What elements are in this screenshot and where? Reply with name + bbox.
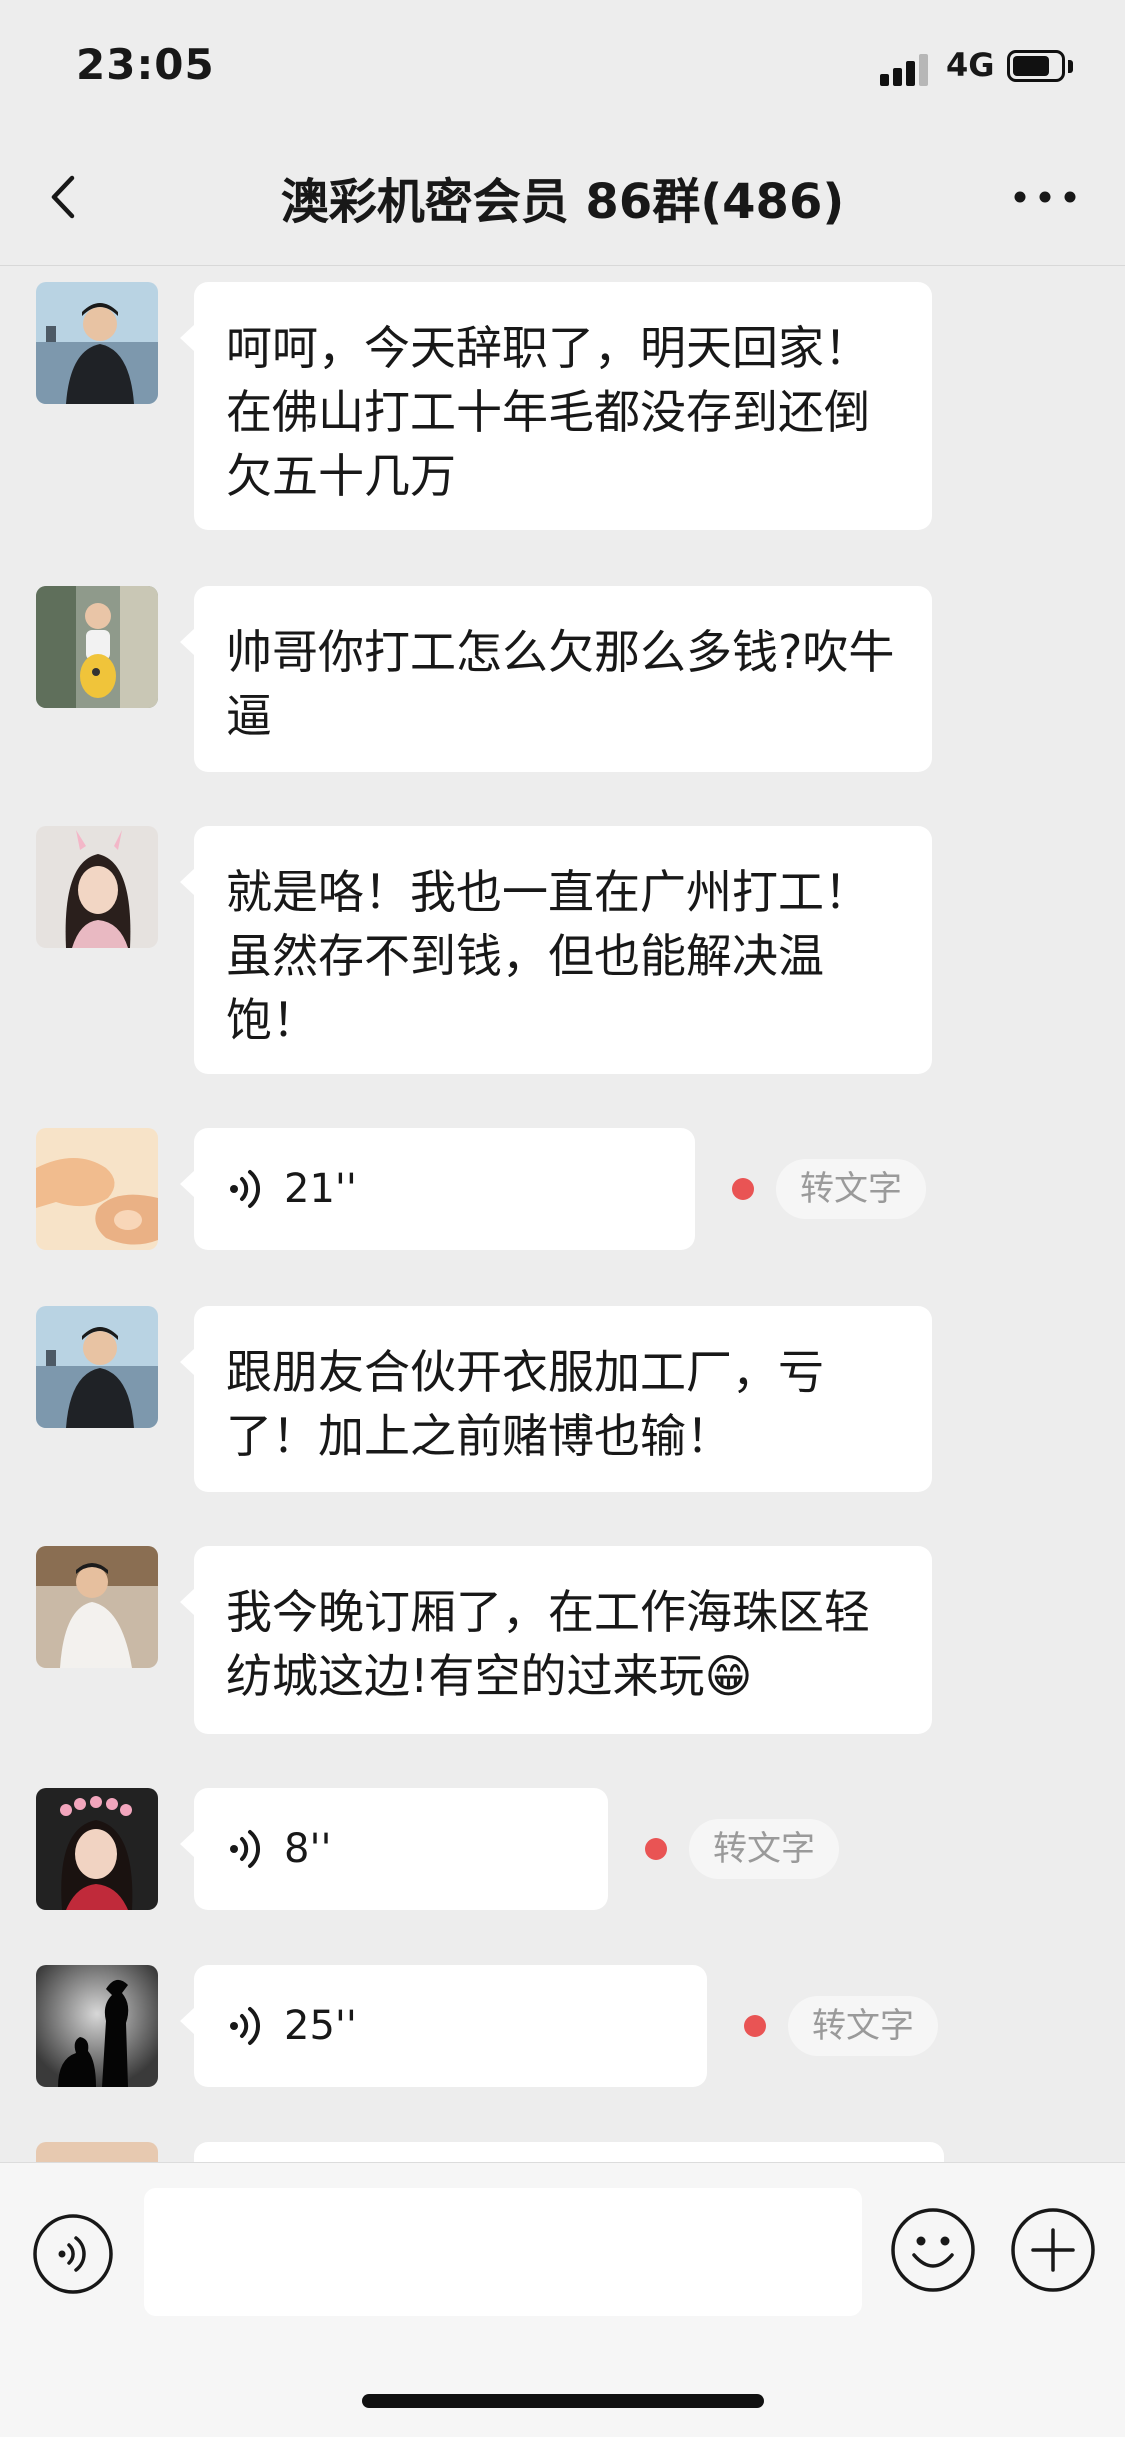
voice-message-bubble[interactable]: 21''	[180, 1128, 695, 1250]
avatar-photo-woman-bunny-ears[interactable]	[36, 826, 158, 948]
more-options-button[interactable]	[1010, 172, 1080, 222]
text-bubble[interactable]: 我今晚订厢了，在工作海珠区轻纺城这边!有空的过来玩😁	[180, 1546, 932, 1734]
convert-to-text-button[interactable]: 转文字	[689, 1819, 839, 1879]
message-row: 21'' 转文字	[0, 1128, 1125, 1250]
text-bubble[interactable]: 帅哥你打工怎么欠那么多钱?吹牛逼	[180, 586, 932, 772]
unread-indicator	[645, 1838, 667, 1860]
smiley-icon	[891, 2208, 975, 2292]
cellular-signal-icon	[880, 50, 930, 86]
avatar-photo-man-sea[interactable]	[36, 1306, 158, 1428]
avatar-photo-silhouette[interactable]	[36, 1965, 158, 2087]
voice-duration: 8''	[284, 1826, 332, 1872]
status-time: 23:05	[76, 40, 215, 89]
avatar-photo-child[interactable]	[36, 586, 158, 708]
more-dots-icon	[1014, 191, 1076, 203]
message-row: 就是咯！我也一直在广州打工！虽然存不到钱，但也能解决温饱！	[0, 826, 1125, 1074]
text-bubble[interactable]: 呵呵，今天辞职了，明天回家！在佛山打工十年毛都没存到还倒欠五十几万	[180, 282, 932, 530]
more-functions-button[interactable]	[1010, 2207, 1096, 2293]
plus-icon	[1011, 2208, 1095, 2292]
message-row: 帅哥你打工怎么欠那么多钱?吹牛逼	[0, 586, 1125, 772]
avatar-photo-woman-flower-crown[interactable]	[36, 1788, 158, 1910]
unread-indicator	[732, 1178, 754, 1200]
battery-icon	[1007, 50, 1077, 86]
text-bubble[interactable]: 跟朋友合伙开衣服加工厂，亏了！加上之前赌博也输！	[180, 1306, 932, 1492]
voice-wave-icon	[230, 1830, 261, 1868]
message-row: 跟朋友合伙开衣服加工厂，亏了！加上之前赌博也输！	[0, 1306, 1125, 1492]
avatar-photo-man-sea[interactable]	[36, 282, 158, 404]
chat-title: 澳彩机密会员 86群(486)	[280, 174, 845, 230]
message-row-partial	[0, 2142, 1125, 2162]
message-row: 呵呵，今天辞职了，明天回家！在佛山打工十年毛都没存到还倒欠五十几万	[0, 282, 1125, 530]
voice-mode-icon	[33, 2214, 113, 2294]
message-row: 25'' 转文字	[0, 1965, 1125, 2087]
voice-wave-icon	[230, 2007, 261, 2045]
voice-input-button[interactable]	[32, 2213, 114, 2295]
unread-indicator	[744, 2015, 766, 2037]
avatar-photo-hands[interactable]	[36, 1128, 158, 1250]
back-button[interactable]	[40, 172, 90, 222]
network-type: 4G	[946, 46, 995, 84]
text-bubble-partial[interactable]	[194, 2142, 944, 2162]
voice-message-bubble[interactable]: 8''	[180, 1788, 608, 1910]
message-input[interactable]	[144, 2188, 862, 2316]
chevron-left-icon	[51, 175, 75, 219]
avatar-photo-partial[interactable]	[36, 2142, 158, 2162]
message-row: 8'' 转文字	[0, 1788, 1125, 1910]
emoji-button[interactable]	[890, 2207, 976, 2293]
convert-to-text-button[interactable]: 转文字	[776, 1159, 926, 1219]
home-indicator[interactable]	[362, 2394, 764, 2408]
convert-to-text-button[interactable]: 转文字	[788, 1996, 938, 2056]
voice-duration: 21''	[284, 1166, 357, 1212]
message-list[interactable]: 呵呵，今天辞职了，明天回家！在佛山打工十年毛都没存到还倒欠五十几万 帅哥你打工怎…	[0, 266, 1125, 2162]
avatar-photo-man-white-shirt[interactable]	[36, 1546, 158, 1668]
message-row: 我今晚订厢了，在工作海珠区轻纺城这边!有空的过来玩😁	[0, 1546, 1125, 1734]
voice-duration: 25''	[284, 2003, 357, 2049]
voice-message-bubble[interactable]: 25''	[180, 1965, 707, 2087]
chat-header: 澳彩机密会员 86群(486)	[0, 130, 1125, 266]
text-bubble[interactable]: 就是咯！我也一直在广州打工！虽然存不到钱，但也能解决温饱！	[180, 826, 932, 1074]
voice-wave-icon	[230, 1170, 261, 1208]
status-bar: 23:05 4G	[0, 0, 1125, 130]
